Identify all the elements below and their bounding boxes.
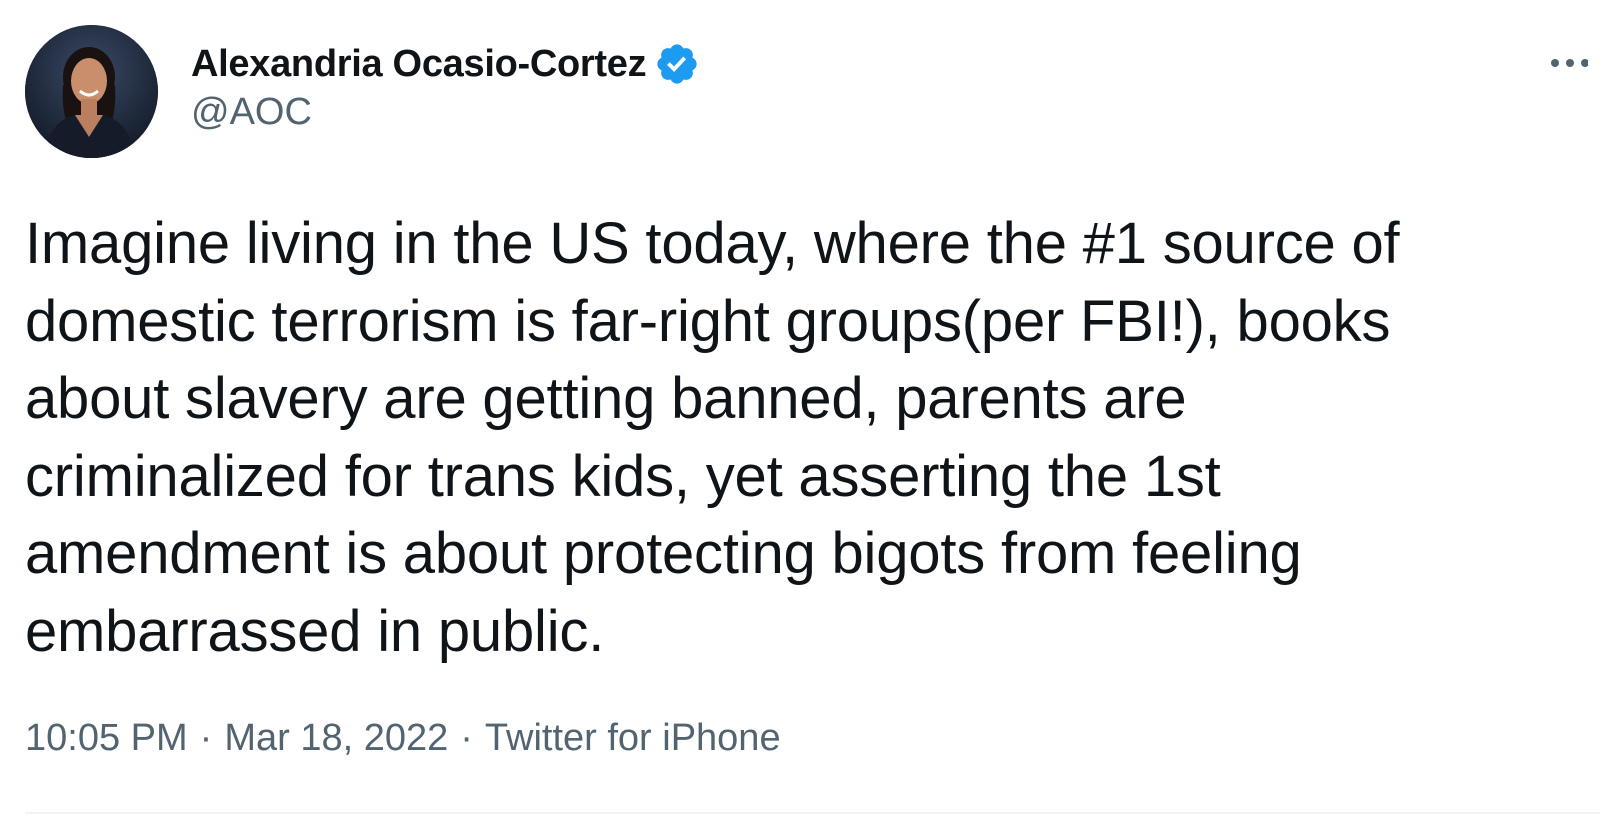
tweet-header: Alexandria Ocasio-Cortez @AOC <box>25 25 700 158</box>
tweet-source[interactable]: Twitter for iPhone <box>485 717 781 759</box>
avatar[interactable] <box>25 25 158 158</box>
tweet-text-line: embarrassed in public. <box>25 598 605 664</box>
divider <box>25 812 1600 814</box>
tweet-text: Imagine living in the US today, where th… <box>25 205 1585 670</box>
tweet-text-line: about slavery are getting banned, parent… <box>25 366 1187 431</box>
avatar-image <box>25 25 158 158</box>
meta-separator: · <box>199 717 213 759</box>
more-options-icon[interactable] <box>1548 56 1589 70</box>
tweet-text-line: amendment is about protecting bigots fro… <box>25 521 1302 586</box>
author-display-name[interactable]: Alexandria Ocasio-Cortez <box>191 43 647 86</box>
tweet-date[interactable]: Mar 18, 2022 <box>224 717 448 759</box>
tweet-metadata: 10:05 PM · Mar 18, 2022 · Twitter for iPhone <box>25 717 781 760</box>
author-names: Alexandria Ocasio-Cortez @AOC <box>191 39 700 134</box>
author-handle[interactable]: @AOC <box>191 91 700 134</box>
tweet-text-line: Imagine living in the US today, where th… <box>25 211 1400 276</box>
tweet-text-line: domestic terrorism is far-right groups(p… <box>25 288 1391 354</box>
tweet-time[interactable]: 10:05 PM <box>25 717 188 759</box>
tweet-card: Alexandria Ocasio-Cortez @AOC Imagine li… <box>0 0 1600 833</box>
name-row: Alexandria Ocasio-Cortez <box>191 39 700 89</box>
meta-separator: · <box>460 717 473 759</box>
verified-badge-icon <box>654 41 700 87</box>
tweet-text-line: criminalized for trans kids, yet asserti… <box>25 443 1221 509</box>
